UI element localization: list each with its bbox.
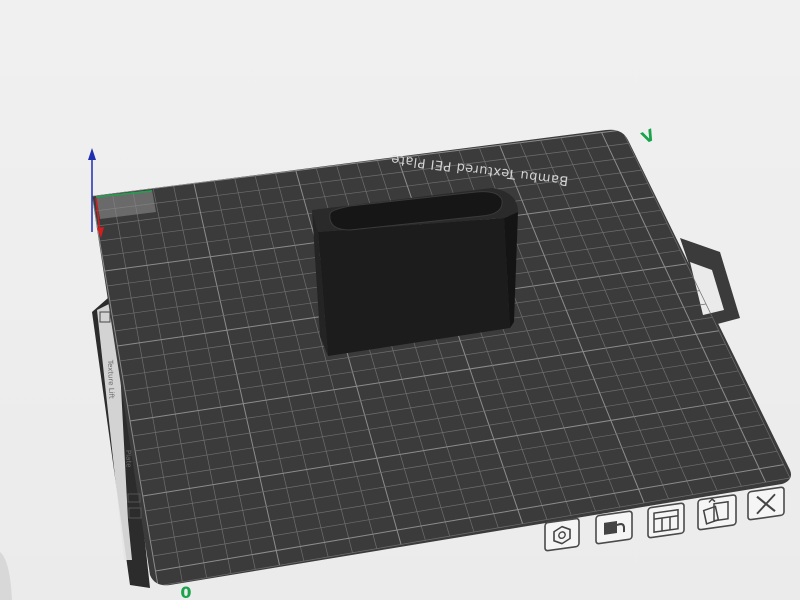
3d-viewport[interactable]: Bambu Textured PEI Plate V 0 Texture Lif… — [0, 0, 800, 600]
z-axis-arrow — [88, 148, 96, 160]
close-button[interactable] — [747, 486, 785, 521]
offscreen-object — [0, 552, 12, 600]
svg-text:Texture Lift: Texture Lift — [106, 359, 115, 399]
plate-index-number: 0 — [180, 583, 191, 600]
lock-button[interactable] — [595, 510, 633, 545]
plate-settings-button[interactable] — [697, 494, 737, 531]
orient-button[interactable] — [544, 517, 580, 552]
model-object[interactable] — [312, 188, 518, 356]
arrange-button[interactable] — [647, 502, 685, 539]
svg-text:Plate: Plate — [124, 450, 133, 468]
y-axis-marker: V — [639, 125, 659, 148]
